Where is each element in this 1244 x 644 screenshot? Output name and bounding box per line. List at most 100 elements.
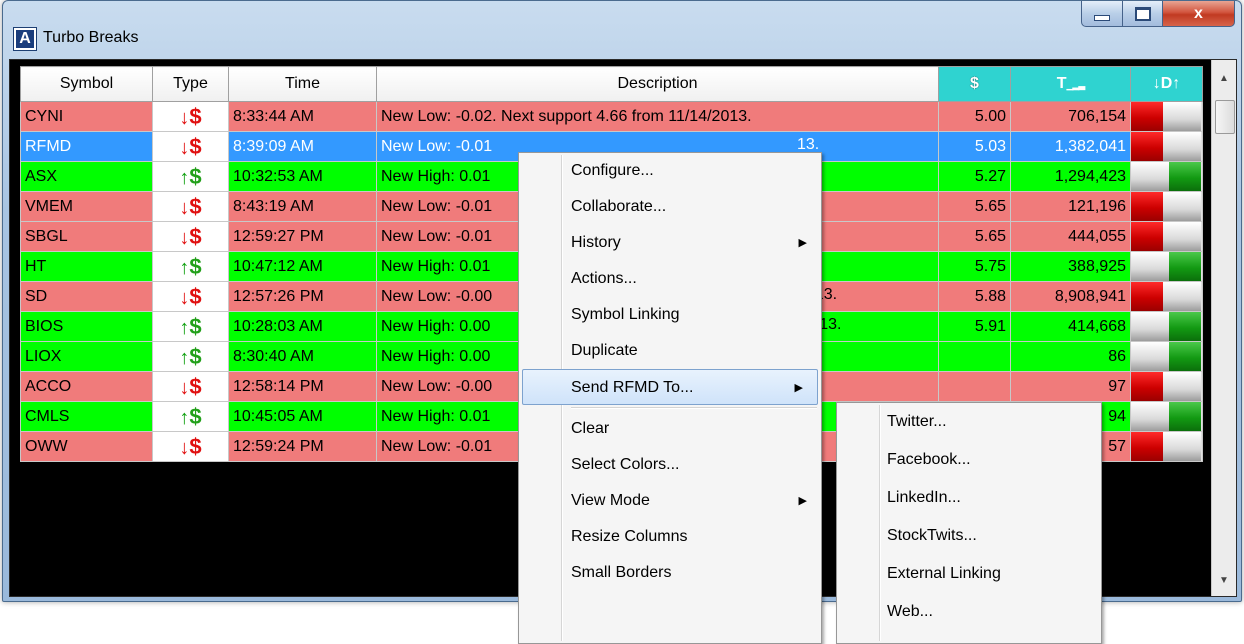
- cell-price[interactable]: 5.27: [938, 161, 1011, 192]
- cell-updown-bar[interactable]: [1130, 161, 1203, 192]
- cell-price[interactable]: 5.91: [938, 311, 1011, 342]
- submenu-item-stocktwits[interactable]: StockTwits...: [837, 517, 1101, 555]
- menu-item-resize-columns[interactable]: Resize Columns: [519, 519, 821, 555]
- cell-volume[interactable]: 444,055: [1010, 221, 1131, 252]
- cell-price[interactable]: 5.03: [938, 131, 1011, 162]
- submenu-item-linkedin[interactable]: LinkedIn...: [837, 479, 1101, 517]
- cell-symbol[interactable]: HT: [20, 251, 153, 282]
- menu-item-small-borders[interactable]: Small Borders: [519, 555, 821, 591]
- cell-type[interactable]: ↑$: [152, 251, 229, 282]
- vertical-scrollbar[interactable]: ▲ ▼: [1211, 60, 1236, 596]
- submenu-item-twitter[interactable]: Twitter...: [837, 403, 1101, 441]
- menu-item-send-rfmd-to[interactable]: Send RFMD To... ▶: [522, 369, 818, 405]
- cell-time[interactable]: 8:30:40 AM: [228, 341, 377, 372]
- cell-updown-bar[interactable]: [1130, 281, 1203, 312]
- cell-type[interactable]: ↓$: [152, 191, 229, 222]
- col-header-type[interactable]: Type: [152, 66, 229, 102]
- cell-updown-bar[interactable]: [1130, 371, 1203, 402]
- cell-volume[interactable]: 1,294,423: [1010, 161, 1131, 192]
- cell-price[interactable]: [938, 371, 1011, 402]
- cell-time[interactable]: 12:58:14 PM: [228, 371, 377, 402]
- cell-symbol[interactable]: CYNI: [20, 101, 153, 132]
- menu-item-actions[interactable]: Actions...: [519, 261, 821, 297]
- cell-symbol[interactable]: LIOX: [20, 341, 153, 372]
- cell-volume[interactable]: 121,196: [1010, 191, 1131, 222]
- cell-time[interactable]: 8:39:09 AM: [228, 131, 377, 162]
- cell-symbol[interactable]: ACCO: [20, 371, 153, 402]
- cell-updown-bar[interactable]: [1130, 101, 1203, 132]
- col-header-description[interactable]: Description: [376, 66, 939, 102]
- cell-price[interactable]: 5.75: [938, 251, 1011, 282]
- menu-item-view-mode[interactable]: View Mode ▶: [519, 483, 821, 519]
- title-bar[interactable]: A Turbo Breaks x: [3, 1, 1241, 53]
- menu-item-collaborate[interactable]: Collaborate...: [519, 189, 821, 225]
- cell-type[interactable]: ↓$: [152, 371, 229, 402]
- cell-updown-bar[interactable]: [1130, 191, 1203, 222]
- minimize-button[interactable]: [1081, 1, 1123, 27]
- menu-item-duplicate[interactable]: Duplicate: [519, 333, 821, 369]
- menu-item-select-colors[interactable]: Select Colors...: [519, 447, 821, 483]
- col-header-updown[interactable]: ↓D↑: [1130, 66, 1203, 102]
- cell-volume[interactable]: 8,908,941: [1010, 281, 1131, 312]
- cell-type[interactable]: ↓$: [152, 221, 229, 252]
- cell-type[interactable]: ↓$: [152, 131, 229, 162]
- cell-type[interactable]: ↑$: [152, 161, 229, 192]
- cell-volume[interactable]: 706,154: [1010, 101, 1131, 132]
- cell-type[interactable]: ↑$: [152, 401, 229, 432]
- cell-type[interactable]: ↓$: [152, 431, 229, 462]
- cell-type[interactable]: ↑$: [152, 311, 229, 342]
- col-header-price[interactable]: $: [938, 66, 1011, 102]
- cell-time[interactable]: 10:28:03 AM: [228, 311, 377, 342]
- cell-time[interactable]: 8:43:19 AM: [228, 191, 377, 222]
- cell-time[interactable]: 10:45:05 AM: [228, 401, 377, 432]
- cell-updown-bar[interactable]: [1130, 341, 1203, 372]
- cell-type[interactable]: ↓$: [152, 281, 229, 312]
- scroll-thumb[interactable]: [1215, 100, 1235, 134]
- col-header-volume[interactable]: T▁▂▃: [1010, 66, 1131, 102]
- cell-symbol[interactable]: SD: [20, 281, 153, 312]
- cell-updown-bar[interactable]: [1130, 131, 1203, 162]
- cell-volume[interactable]: 388,925: [1010, 251, 1131, 282]
- cell-symbol[interactable]: SBGL: [20, 221, 153, 252]
- cell-volume[interactable]: 86: [1010, 341, 1131, 372]
- menu-item-history[interactable]: History ▶: [519, 225, 821, 261]
- cell-time[interactable]: 10:47:12 AM: [228, 251, 377, 282]
- cell-price[interactable]: [938, 341, 1011, 372]
- col-header-time[interactable]: Time: [228, 66, 377, 102]
- cell-type[interactable]: ↓$: [152, 101, 229, 132]
- cell-price[interactable]: 5.65: [938, 221, 1011, 252]
- cell-time[interactable]: 12:59:24 PM: [228, 431, 377, 462]
- cell-volume[interactable]: 414,668: [1010, 311, 1131, 342]
- submenu-item-facebook[interactable]: Facebook...: [837, 441, 1101, 479]
- cell-price[interactable]: 5.65: [938, 191, 1011, 222]
- cell-time[interactable]: 12:57:26 PM: [228, 281, 377, 312]
- cell-time[interactable]: 12:59:27 PM: [228, 221, 377, 252]
- menu-item-configure[interactable]: Configure...: [519, 153, 821, 189]
- scroll-up-arrow-icon[interactable]: ▲: [1212, 66, 1236, 90]
- cell-updown-bar[interactable]: [1130, 251, 1203, 282]
- cell-volume[interactable]: 1,382,041: [1010, 131, 1131, 162]
- cell-updown-bar[interactable]: [1130, 221, 1203, 252]
- submenu-item-web[interactable]: Web...: [837, 593, 1101, 631]
- cell-price[interactable]: 5.00: [938, 101, 1011, 132]
- maximize-button[interactable]: [1123, 1, 1163, 27]
- cell-updown-bar[interactable]: [1130, 431, 1203, 462]
- menu-item-clear[interactable]: Clear: [519, 411, 821, 447]
- cell-symbol[interactable]: VMEM: [20, 191, 153, 222]
- cell-price[interactable]: 5.88: [938, 281, 1011, 312]
- cell-volume[interactable]: 97: [1010, 371, 1131, 402]
- cell-symbol[interactable]: RFMD: [20, 131, 153, 162]
- cell-type[interactable]: ↑$: [152, 341, 229, 372]
- table-row[interactable]: CYNI ↓$ 8:33:44 AM New Low: -0.02. Next sup…: [20, 101, 1203, 132]
- menu-item-symbol-linking[interactable]: Symbol Linking: [519, 297, 821, 333]
- cell-time[interactable]: 8:33:44 AM: [228, 101, 377, 132]
- cell-symbol[interactable]: CMLS: [20, 401, 153, 432]
- cell-time[interactable]: 10:32:53 AM: [228, 161, 377, 192]
- col-header-symbol[interactable]: Symbol: [20, 66, 153, 102]
- scroll-down-arrow-icon[interactable]: ▼: [1212, 568, 1236, 592]
- cell-updown-bar[interactable]: [1130, 311, 1203, 342]
- cell-updown-bar[interactable]: [1130, 401, 1203, 432]
- cell-symbol[interactable]: BIOS: [20, 311, 153, 342]
- app-icon[interactable]: A: [13, 27, 37, 51]
- close-button[interactable]: x: [1163, 1, 1235, 27]
